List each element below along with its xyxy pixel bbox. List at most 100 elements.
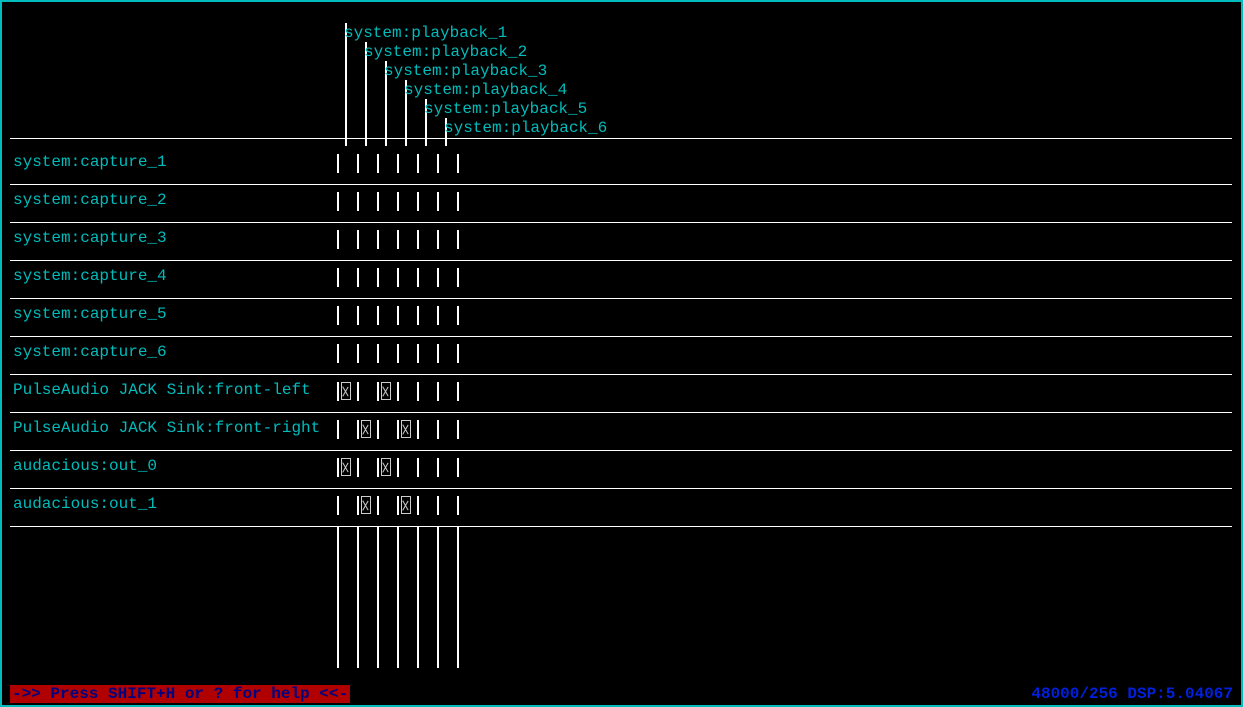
connection-cell[interactable] — [359, 268, 375, 287]
connection-cell[interactable] — [379, 496, 395, 515]
connection-cell[interactable] — [419, 306, 435, 325]
connection-cell[interactable] — [439, 192, 455, 211]
output-port-label[interactable]: PulseAudio JACK Sink:front-left — [13, 381, 311, 399]
output-port-label[interactable]: PulseAudio JACK Sink:front-right — [13, 419, 320, 437]
connection-cell[interactable] — [339, 192, 355, 211]
connection-cell[interactable] — [339, 344, 355, 363]
output-port-label[interactable]: audacious:out_0 — [13, 457, 157, 475]
connection-mark[interactable] — [361, 420, 371, 438]
connection-cell[interactable] — [439, 382, 455, 401]
connection-cell[interactable] — [399, 344, 415, 363]
connection-cell[interactable] — [379, 420, 395, 439]
column-header[interactable]: system:playback_2 — [364, 43, 527, 61]
connection-mark[interactable] — [401, 420, 411, 438]
column-header[interactable]: system:playback_1 — [344, 24, 507, 42]
terminal-window: system:playback_1system:playback_2system… — [0, 0, 1243, 707]
cell-divider — [457, 382, 459, 401]
connection-cell[interactable] — [359, 382, 375, 401]
patchbay-grid[interactable]: system:playback_1system:playback_2system… — [10, 10, 1233, 683]
connection-cell[interactable] — [399, 458, 415, 477]
row-separator — [10, 526, 1232, 527]
connection-cell[interactable] — [399, 382, 415, 401]
connection-cell[interactable] — [339, 154, 355, 173]
connection-cell[interactable] — [419, 420, 435, 439]
cell-divider — [357, 420, 359, 439]
connection-mark[interactable] — [341, 458, 351, 476]
output-port-label[interactable]: system:capture_5 — [13, 305, 167, 323]
connection-cell[interactable] — [439, 268, 455, 287]
column-header[interactable]: system:playback_5 — [424, 100, 587, 118]
connection-cell[interactable] — [439, 496, 455, 515]
connection-cell[interactable] — [399, 154, 415, 173]
output-port-label[interactable]: system:capture_6 — [13, 343, 167, 361]
column-header[interactable]: system:playback_3 — [384, 62, 547, 80]
connection-cell[interactable] — [359, 344, 375, 363]
connection-cell[interactable] — [399, 192, 415, 211]
connection-cell[interactable] — [379, 344, 395, 363]
cell-divider — [377, 382, 379, 401]
output-port-row: audacious:out_1 — [10, 489, 1232, 527]
connection-cell[interactable] — [439, 420, 455, 439]
connection-cell[interactable] — [339, 230, 355, 249]
output-port-row: PulseAudio JACK Sink:front-left — [10, 375, 1232, 413]
output-port-row: audacious:out_0 — [10, 451, 1232, 489]
connection-mark[interactable] — [381, 382, 391, 400]
connection-cell[interactable] — [359, 230, 375, 249]
connection-cell[interactable] — [419, 192, 435, 211]
connection-mark[interactable] — [381, 458, 391, 476]
connection-cell[interactable] — [419, 230, 435, 249]
connection-cell[interactable] — [359, 458, 375, 477]
output-port-label[interactable]: system:capture_4 — [13, 267, 167, 285]
connection-cell[interactable] — [399, 306, 415, 325]
cell-divider — [457, 496, 459, 515]
column-divider-tail — [377, 527, 379, 668]
cell-divider — [397, 496, 399, 515]
column-header[interactable]: system:playback_4 — [404, 81, 567, 99]
output-port-label[interactable]: audacious:out_1 — [13, 495, 157, 513]
connection-cell[interactable] — [439, 306, 455, 325]
connection-mark[interactable] — [401, 496, 411, 514]
output-port-label[interactable]: system:capture_1 — [13, 153, 167, 171]
connection-mark[interactable] — [341, 382, 351, 400]
column-divider-tail — [337, 527, 339, 668]
column-divider-tail — [357, 527, 359, 668]
output-port-row: system:capture_2 — [10, 185, 1232, 223]
connection-cell[interactable] — [379, 268, 395, 287]
connection-cell[interactable] — [419, 496, 435, 515]
connection-cell[interactable] — [339, 420, 355, 439]
connection-cell[interactable] — [439, 154, 455, 173]
cell-divider — [337, 382, 339, 401]
connection-cell[interactable] — [419, 268, 435, 287]
connection-cell[interactable] — [399, 230, 415, 249]
connection-cell[interactable] — [399, 268, 415, 287]
cell-divider — [457, 192, 459, 211]
connection-cell[interactable] — [339, 496, 355, 515]
connection-cell[interactable] — [419, 154, 435, 173]
column-divider-tail — [437, 527, 439, 668]
output-port-label[interactable]: system:capture_2 — [13, 191, 167, 209]
column-header[interactable]: system:playback_6 — [444, 119, 607, 137]
connection-mark[interactable] — [361, 496, 371, 514]
connection-cell[interactable] — [359, 192, 375, 211]
cell-divider — [337, 458, 339, 477]
connection-cell[interactable] — [379, 154, 395, 173]
cell-divider — [457, 268, 459, 287]
connection-cell[interactable] — [419, 344, 435, 363]
connection-cell[interactable] — [359, 154, 375, 173]
connection-cell[interactable] — [379, 306, 395, 325]
connection-cell[interactable] — [379, 192, 395, 211]
cell-divider — [457, 458, 459, 477]
connection-cell[interactable] — [339, 306, 355, 325]
output-port-label[interactable]: system:capture_3 — [13, 229, 167, 247]
connection-cell[interactable] — [339, 268, 355, 287]
connection-cell[interactable] — [439, 230, 455, 249]
connection-cell[interactable] — [379, 230, 395, 249]
cell-divider — [357, 496, 359, 515]
column-divider-tail — [417, 527, 419, 668]
connection-cell[interactable] — [439, 344, 455, 363]
connection-cell[interactable] — [419, 458, 435, 477]
connection-cell[interactable] — [359, 306, 375, 325]
connection-cell[interactable] — [439, 458, 455, 477]
dsp-info: 48000/256 DSP:5.04067 — [1031, 685, 1233, 703]
connection-cell[interactable] — [419, 382, 435, 401]
